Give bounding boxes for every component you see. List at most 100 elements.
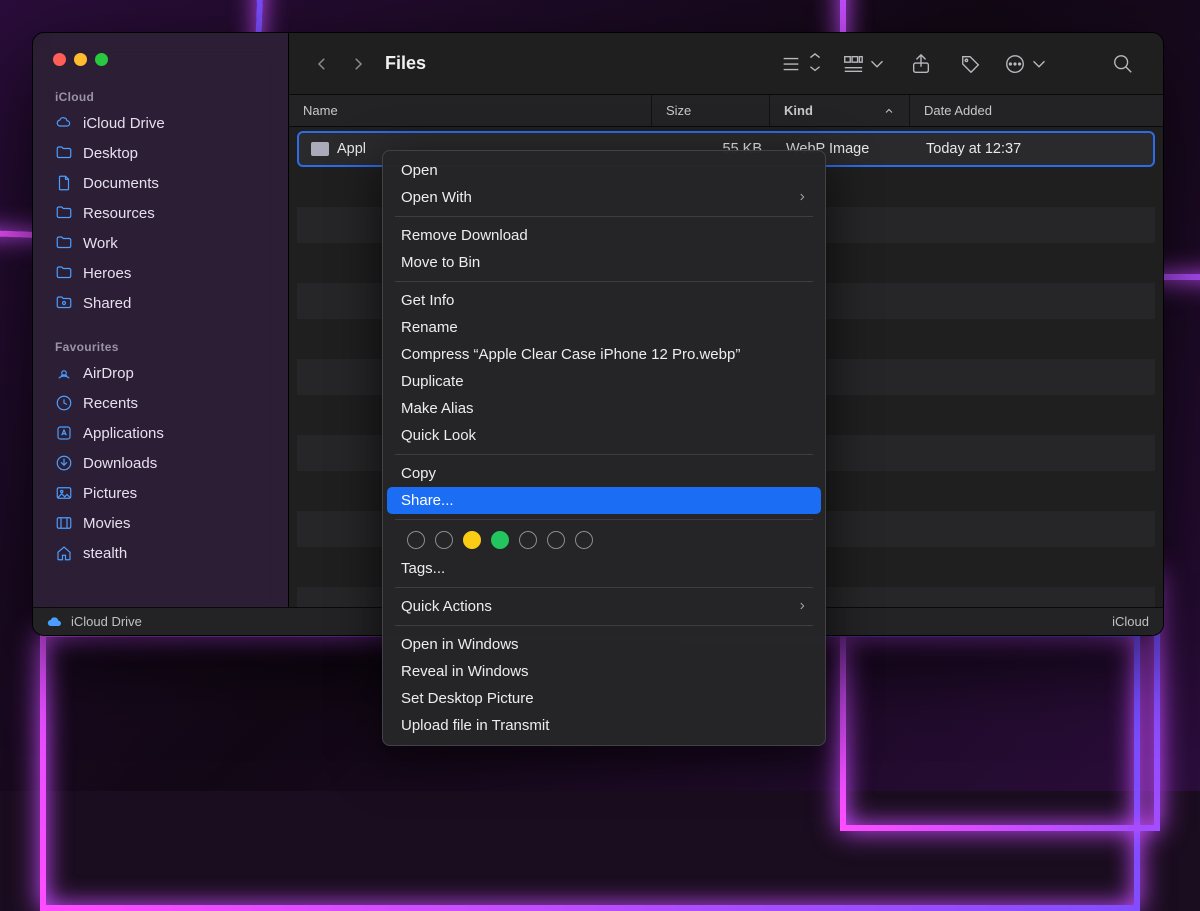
sidebar-item-movies[interactable]: Movies	[33, 508, 288, 538]
chevron-right-icon	[797, 598, 807, 615]
menu-item-label: Tags...	[401, 560, 445, 577]
actions-button[interactable]	[1001, 48, 1053, 80]
minimize-window-button[interactable]	[74, 53, 87, 66]
menu-item-label: Make Alias	[401, 400, 474, 417]
tag-color-6[interactable]	[575, 531, 593, 549]
sidebar-item-heroes[interactable]: Heroes	[33, 258, 288, 288]
menu-item-label: Share...	[401, 492, 454, 509]
menu-item-remove-download[interactable]: Remove Download	[387, 222, 821, 249]
menu-item-label: Open With	[401, 189, 472, 206]
cloud-icon	[55, 114, 73, 132]
menu-separator	[395, 281, 813, 282]
sidebar-item-pictures[interactable]: Pictures	[33, 478, 288, 508]
sidebar-item-label: Work	[83, 235, 118, 252]
sidebar-item-work[interactable]: Work	[33, 228, 288, 258]
search-button[interactable]	[1103, 48, 1143, 80]
menu-item-share[interactable]: Share...	[387, 487, 821, 514]
menu-item-open-in-windows[interactable]: Open in Windows	[387, 631, 821, 658]
forward-button[interactable]	[345, 51, 371, 77]
tag-color-5[interactable]	[547, 531, 565, 549]
menu-item-make-alias[interactable]: Make Alias	[387, 395, 821, 422]
airdrop-icon	[55, 364, 73, 382]
tag-color-4[interactable]	[519, 531, 537, 549]
menu-item-label: Upload file in Transmit	[401, 717, 549, 734]
path-segment[interactable]: iCloud	[1112, 614, 1149, 629]
menu-separator	[395, 587, 813, 588]
menu-item-set-desktop-picture[interactable]: Set Desktop Picture	[387, 685, 821, 712]
zoom-window-button[interactable]	[95, 53, 108, 66]
tags-button[interactable]	[951, 48, 991, 80]
menu-item-open[interactable]: Open	[387, 157, 821, 184]
menu-item-open-with[interactable]: Open With	[387, 184, 821, 211]
folder-icon	[55, 144, 73, 162]
sidebar-item-resources[interactable]: Resources	[33, 198, 288, 228]
sidebar-item-desktop[interactable]: Desktop	[33, 138, 288, 168]
menu-item-upload-file-in-transmit[interactable]: Upload file in Transmit	[387, 712, 821, 739]
sidebar-item-airdrop[interactable]: AirDrop	[33, 358, 288, 388]
tag-color-1[interactable]	[435, 531, 453, 549]
movie-icon	[55, 514, 73, 532]
menu-item-label: Rename	[401, 319, 458, 336]
sidebar-item-applications[interactable]: Applications	[33, 418, 288, 448]
menu-item-label: Compress “Apple Clear Case iPhone 12 Pro…	[401, 346, 740, 363]
sidebar-item-recents[interactable]: Recents	[33, 388, 288, 418]
menu-item-rename[interactable]: Rename	[387, 314, 821, 341]
menu-item-copy[interactable]: Copy	[387, 460, 821, 487]
path-segment[interactable]: iCloud Drive	[71, 614, 142, 629]
sidebar-item-label: Downloads	[83, 455, 157, 472]
menu-item-label: Duplicate	[401, 373, 464, 390]
back-button[interactable]	[309, 51, 335, 77]
column-date-added[interactable]: Date Added	[910, 95, 1163, 126]
menu-item-tags[interactable]: Tags...	[387, 555, 821, 582]
share-button[interactable]	[901, 48, 941, 80]
folder-icon	[55, 264, 73, 282]
file-date-added: Today at 12:37	[914, 141, 1153, 157]
sidebar: iCloudiCloud DriveDesktopDocumentsResour…	[33, 33, 289, 635]
group-button[interactable]	[839, 48, 891, 80]
sidebar-item-label: stealth	[83, 545, 127, 562]
menu-item-reveal-in-windows[interactable]: Reveal in Windows	[387, 658, 821, 685]
app-icon	[55, 424, 73, 442]
sidebar-item-icloud-drive[interactable]: iCloud Drive	[33, 108, 288, 138]
sfolder-icon	[55, 294, 73, 312]
tag-color-3[interactable]	[491, 531, 509, 549]
view-mode-button[interactable]	[777, 48, 829, 80]
menu-item-compress-apple-clear-case-iphone-12-pro-webp[interactable]: Compress “Apple Clear Case iPhone 12 Pro…	[387, 341, 821, 368]
column-kind[interactable]: Kind	[770, 95, 910, 126]
menu-separator	[395, 216, 813, 217]
sidebar-item-shared[interactable]: Shared	[33, 288, 288, 318]
sidebar-item-label: Desktop	[83, 145, 138, 162]
menu-item-get-info[interactable]: Get Info	[387, 287, 821, 314]
column-name[interactable]: Name	[289, 95, 652, 126]
sidebar-section-title: Favourites	[33, 334, 288, 358]
menu-item-label: Set Desktop Picture	[401, 690, 534, 707]
sidebar-item-label: Recents	[83, 395, 138, 412]
sidebar-item-label: Heroes	[83, 265, 131, 282]
sidebar-item-documents[interactable]: Documents	[33, 168, 288, 198]
sidebar-item-label: Shared	[83, 295, 131, 312]
menu-item-label: Get Info	[401, 292, 454, 309]
menu-item-label: Move to Bin	[401, 254, 480, 271]
window-title: Files	[385, 53, 426, 74]
sidebar-item-label: Resources	[83, 205, 155, 222]
menu-item-quick-look[interactable]: Quick Look	[387, 422, 821, 449]
download-icon	[55, 454, 73, 472]
menu-item-move-to-bin[interactable]: Move to Bin	[387, 249, 821, 276]
home-icon	[55, 544, 73, 562]
menu-separator	[395, 519, 813, 520]
menu-item-duplicate[interactable]: Duplicate	[387, 368, 821, 395]
menu-item-label: Open	[401, 162, 438, 179]
column-size[interactable]: Size	[652, 95, 770, 126]
sidebar-item-label: iCloud Drive	[83, 115, 165, 132]
close-window-button[interactable]	[53, 53, 66, 66]
tag-color-0[interactable]	[407, 531, 425, 549]
tag-color-2[interactable]	[463, 531, 481, 549]
sidebar-item-stealth[interactable]: stealth	[33, 538, 288, 568]
menu-item-label: Remove Download	[401, 227, 528, 244]
sidebar-item-label: Applications	[83, 425, 164, 442]
menu-item-quick-actions[interactable]: Quick Actions	[387, 593, 821, 620]
sidebar-item-downloads[interactable]: Downloads	[33, 448, 288, 478]
menu-item-label: Copy	[401, 465, 436, 482]
menu-separator	[395, 454, 813, 455]
context-menu[interactable]: Open Open With Remove Download Move to Bin G…	[382, 150, 826, 746]
